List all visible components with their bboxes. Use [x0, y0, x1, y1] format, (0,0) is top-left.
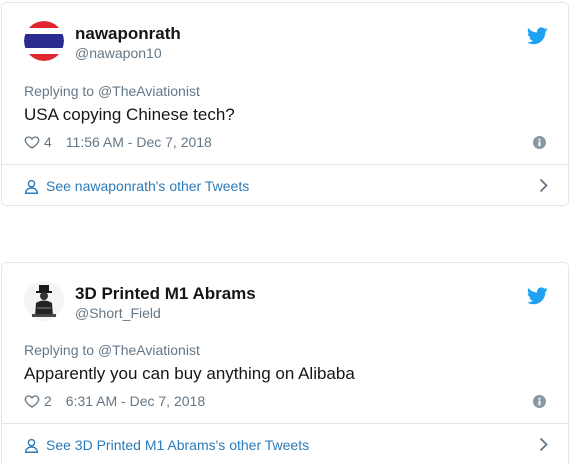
see-other-tweets-link[interactable]: See nawaponrath's other Tweets	[24, 176, 548, 196]
avatar[interactable]	[24, 281, 64, 321]
person-icon	[24, 438, 39, 453]
tweet-text: USA copying Chinese tech?	[24, 105, 235, 124]
see-other-tweets-link[interactable]: See 3D Printed M1 Abrams's other Tweets	[24, 435, 548, 455]
like-count: 2	[44, 393, 52, 409]
info-icon[interactable]	[533, 136, 546, 149]
divider	[2, 423, 568, 424]
twitter-bird-icon[interactable]	[527, 287, 548, 305]
tweet-header: 3D Printed M1 Abrams @Short_Field	[24, 281, 548, 325]
handle[interactable]: @Short_Field	[75, 304, 256, 322]
tweet-header: nawaponrath @nawapon10	[24, 21, 548, 65]
reply-handle[interactable]: @TheAviationist	[98, 342, 200, 358]
like-count: 4	[44, 134, 52, 150]
heart-icon[interactable]	[24, 393, 40, 409]
names: nawaponrath @nawapon10	[75, 24, 181, 62]
reply-prefix: Replying to	[24, 342, 98, 358]
reply-prefix: Replying to	[24, 83, 98, 99]
handle[interactable]: @nawapon10	[75, 44, 181, 62]
heart-icon[interactable]	[24, 134, 40, 150]
see-other-tweets-label[interactable]: See nawaponrath's other Tweets	[46, 178, 249, 194]
person-silhouette-avatar	[24, 281, 64, 321]
timestamp[interactable]: 6:31 AM - Dec 7, 2018	[66, 393, 205, 409]
timestamp[interactable]: 11:56 AM - Dec 7, 2018	[66, 134, 212, 150]
avatar[interactable]	[24, 21, 64, 61]
page: nawaponrath @nawapon10 Replying to @TheA…	[0, 0, 571, 463]
person-icon	[24, 179, 39, 194]
tweet-card[interactable]: 3D Printed M1 Abrams @Short_Field Replyi…	[1, 262, 569, 463]
tweet-meta: 2 6:31 AM - Dec 7, 2018	[24, 393, 205, 409]
thailand-flag-avatar	[24, 21, 64, 61]
tweet-text: Apparently you can buy anything on Aliba…	[24, 364, 355, 383]
tweet-meta: 4 11:56 AM - Dec 7, 2018	[24, 134, 212, 150]
see-other-tweets-label[interactable]: See 3D Printed M1 Abrams's other Tweets	[46, 437, 309, 453]
chevron-right-icon[interactable]	[539, 178, 548, 193]
display-name[interactable]: 3D Printed M1 Abrams	[75, 284, 256, 304]
info-icon[interactable]	[533, 395, 546, 408]
divider	[2, 164, 568, 165]
display-name[interactable]: nawaponrath	[75, 24, 181, 44]
replying-to: Replying to @TheAviationist	[24, 83, 200, 99]
tweet-card[interactable]: nawaponrath @nawapon10 Replying to @TheA…	[1, 2, 569, 206]
names: 3D Printed M1 Abrams @Short_Field	[75, 284, 256, 322]
reply-handle[interactable]: @TheAviationist	[98, 83, 200, 99]
replying-to: Replying to @TheAviationist	[24, 342, 200, 358]
twitter-bird-icon[interactable]	[527, 27, 548, 45]
chevron-right-icon[interactable]	[539, 437, 548, 452]
